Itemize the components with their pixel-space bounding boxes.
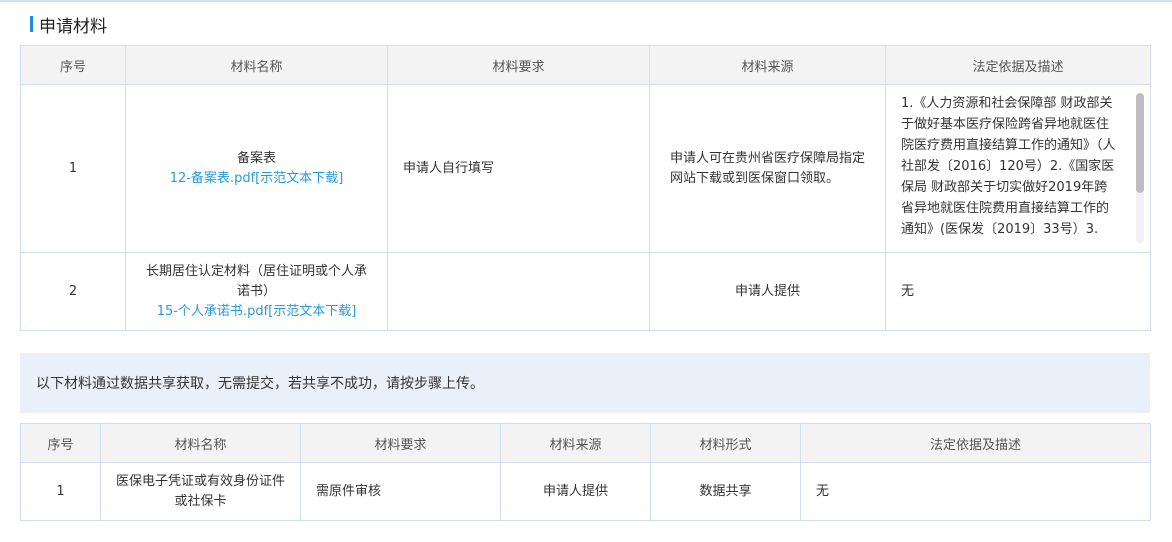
table-row: 1 备案表 12-备案表.pdf[示范文本下载] 申请人自行填写 申请人可在贵州…: [20, 84, 1151, 253]
table-row: 2 长期居住认定材料（居住证明或个人承诺书） 15-个人承诺书.pdf[示范文本…: [20, 252, 1151, 331]
title-accent-bar: [30, 16, 33, 32]
top-divider: [0, 0, 1172, 2]
materials-table: 序号 材料名称 材料要求 材料来源 法定依据及描述 1 备案表 12-备案表.p…: [20, 45, 1151, 331]
basis-cell: 1.《人力资源和社会保障部 财政部关于做好基本医疗保险跨省异地就医住院医疗费用直…: [885, 84, 1151, 253]
material-name: 备案表: [236, 150, 276, 166]
col-header-form: 材料形式: [650, 423, 801, 463]
shared-data-notice: 以下材料通过数据共享获取，无需提交，若共享不成功，请按步骤上传。: [20, 353, 1150, 413]
source: 申请人提供: [649, 252, 886, 331]
download-link[interactable]: 12-备案表.pdf[示范文本下载]: [170, 171, 344, 186]
row-index: 2: [20, 252, 126, 331]
section-title: 申请材料: [39, 16, 107, 37]
requirement: 申请人自行填写: [387, 84, 650, 253]
table-header-row: 序号 材料名称 材料要求 材料来源 法定依据及描述: [20, 45, 1151, 85]
col-header-requirement: 材料要求: [300, 423, 501, 463]
table-row: 1 医保电子凭证或有效身份证件或社保卡 需原件审核 申请人提供 数据共享 无: [20, 462, 1151, 521]
source: 申请人提供: [500, 462, 651, 521]
basis: 无: [800, 462, 1151, 521]
notice-text: 以下材料通过数据共享获取，无需提交，若共享不成功，请按步骤上传。: [36, 376, 484, 392]
basis-scroll-area[interactable]: 1.《人力资源和社会保障部 财政部关于做好基本医疗保险跨省异地就医住院医疗费用直…: [886, 85, 1150, 243]
material-name: 长期居住认定材料（居住证明或个人承诺书）: [146, 263, 368, 299]
col-header-name: 材料名称: [100, 423, 301, 463]
col-header-index: 序号: [20, 423, 101, 463]
col-header-requirement: 材料要求: [387, 45, 650, 85]
table-header-row: 序号 材料名称 材料要求 材料来源 材料形式 法定依据及描述: [20, 423, 1151, 463]
row-index: 1: [20, 462, 101, 521]
material-name-cell: 长期居住认定材料（居住证明或个人承诺书） 15-个人承诺书.pdf[示范文本下载…: [125, 252, 388, 331]
source-text: 申请人可在贵州省医疗保障局指定网站下载或到医保窗口领取。: [670, 150, 866, 186]
col-header-basis: 法定依据及描述: [885, 45, 1151, 85]
download-link[interactable]: 15-个人承诺书.pdf[示范文本下载]: [157, 304, 357, 319]
requirement: 需原件审核: [300, 462, 501, 521]
requirement: [387, 252, 650, 331]
basis: 无: [885, 252, 1151, 331]
basis-text: 1.《人力资源和社会保障部 财政部关于做好基本医疗保险跨省异地就医住院医疗费用直…: [901, 96, 1116, 237]
shared-materials-table: 序号 材料名称 材料要求 材料来源 材料形式 法定依据及描述 1 医保电子凭证或…: [20, 423, 1151, 521]
row-index: 1: [20, 84, 126, 253]
col-header-source: 材料来源: [500, 423, 651, 463]
section-header: 申请材料: [30, 12, 107, 37]
scrollbar[interactable]: [1136, 93, 1144, 243]
material-form: 数据共享: [650, 462, 801, 521]
source: 申请人可在贵州省医疗保障局指定网站下载或到医保窗口领取。: [649, 84, 886, 253]
col-header-source: 材料来源: [649, 45, 886, 85]
col-header-basis: 法定依据及描述: [800, 423, 1151, 463]
col-header-name: 材料名称: [125, 45, 388, 85]
material-name: 医保电子凭证或有效身份证件或社保卡: [100, 462, 301, 521]
col-header-index: 序号: [20, 45, 126, 85]
material-name-cell: 备案表 12-备案表.pdf[示范文本下载]: [125, 84, 388, 253]
scrollbar-thumb[interactable]: [1136, 93, 1144, 193]
